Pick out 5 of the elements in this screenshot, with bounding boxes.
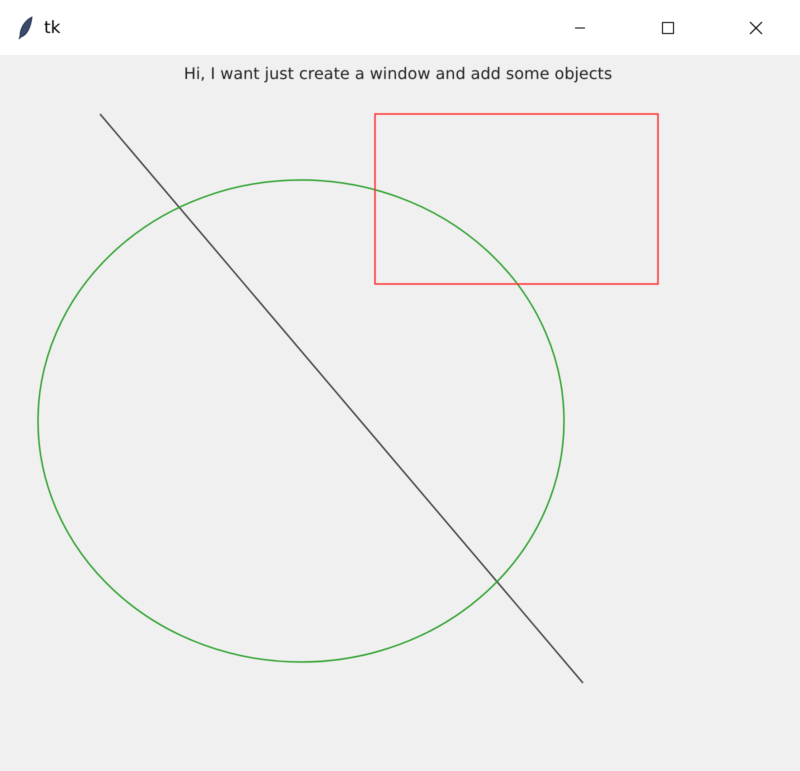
close-icon: [749, 20, 763, 34]
maximize-icon: [662, 22, 674, 34]
label-text: Hi, I want just create a window and add some objects: [184, 64, 612, 83]
window-title: tk: [44, 18, 61, 38]
feather-icon: [18, 16, 34, 40]
